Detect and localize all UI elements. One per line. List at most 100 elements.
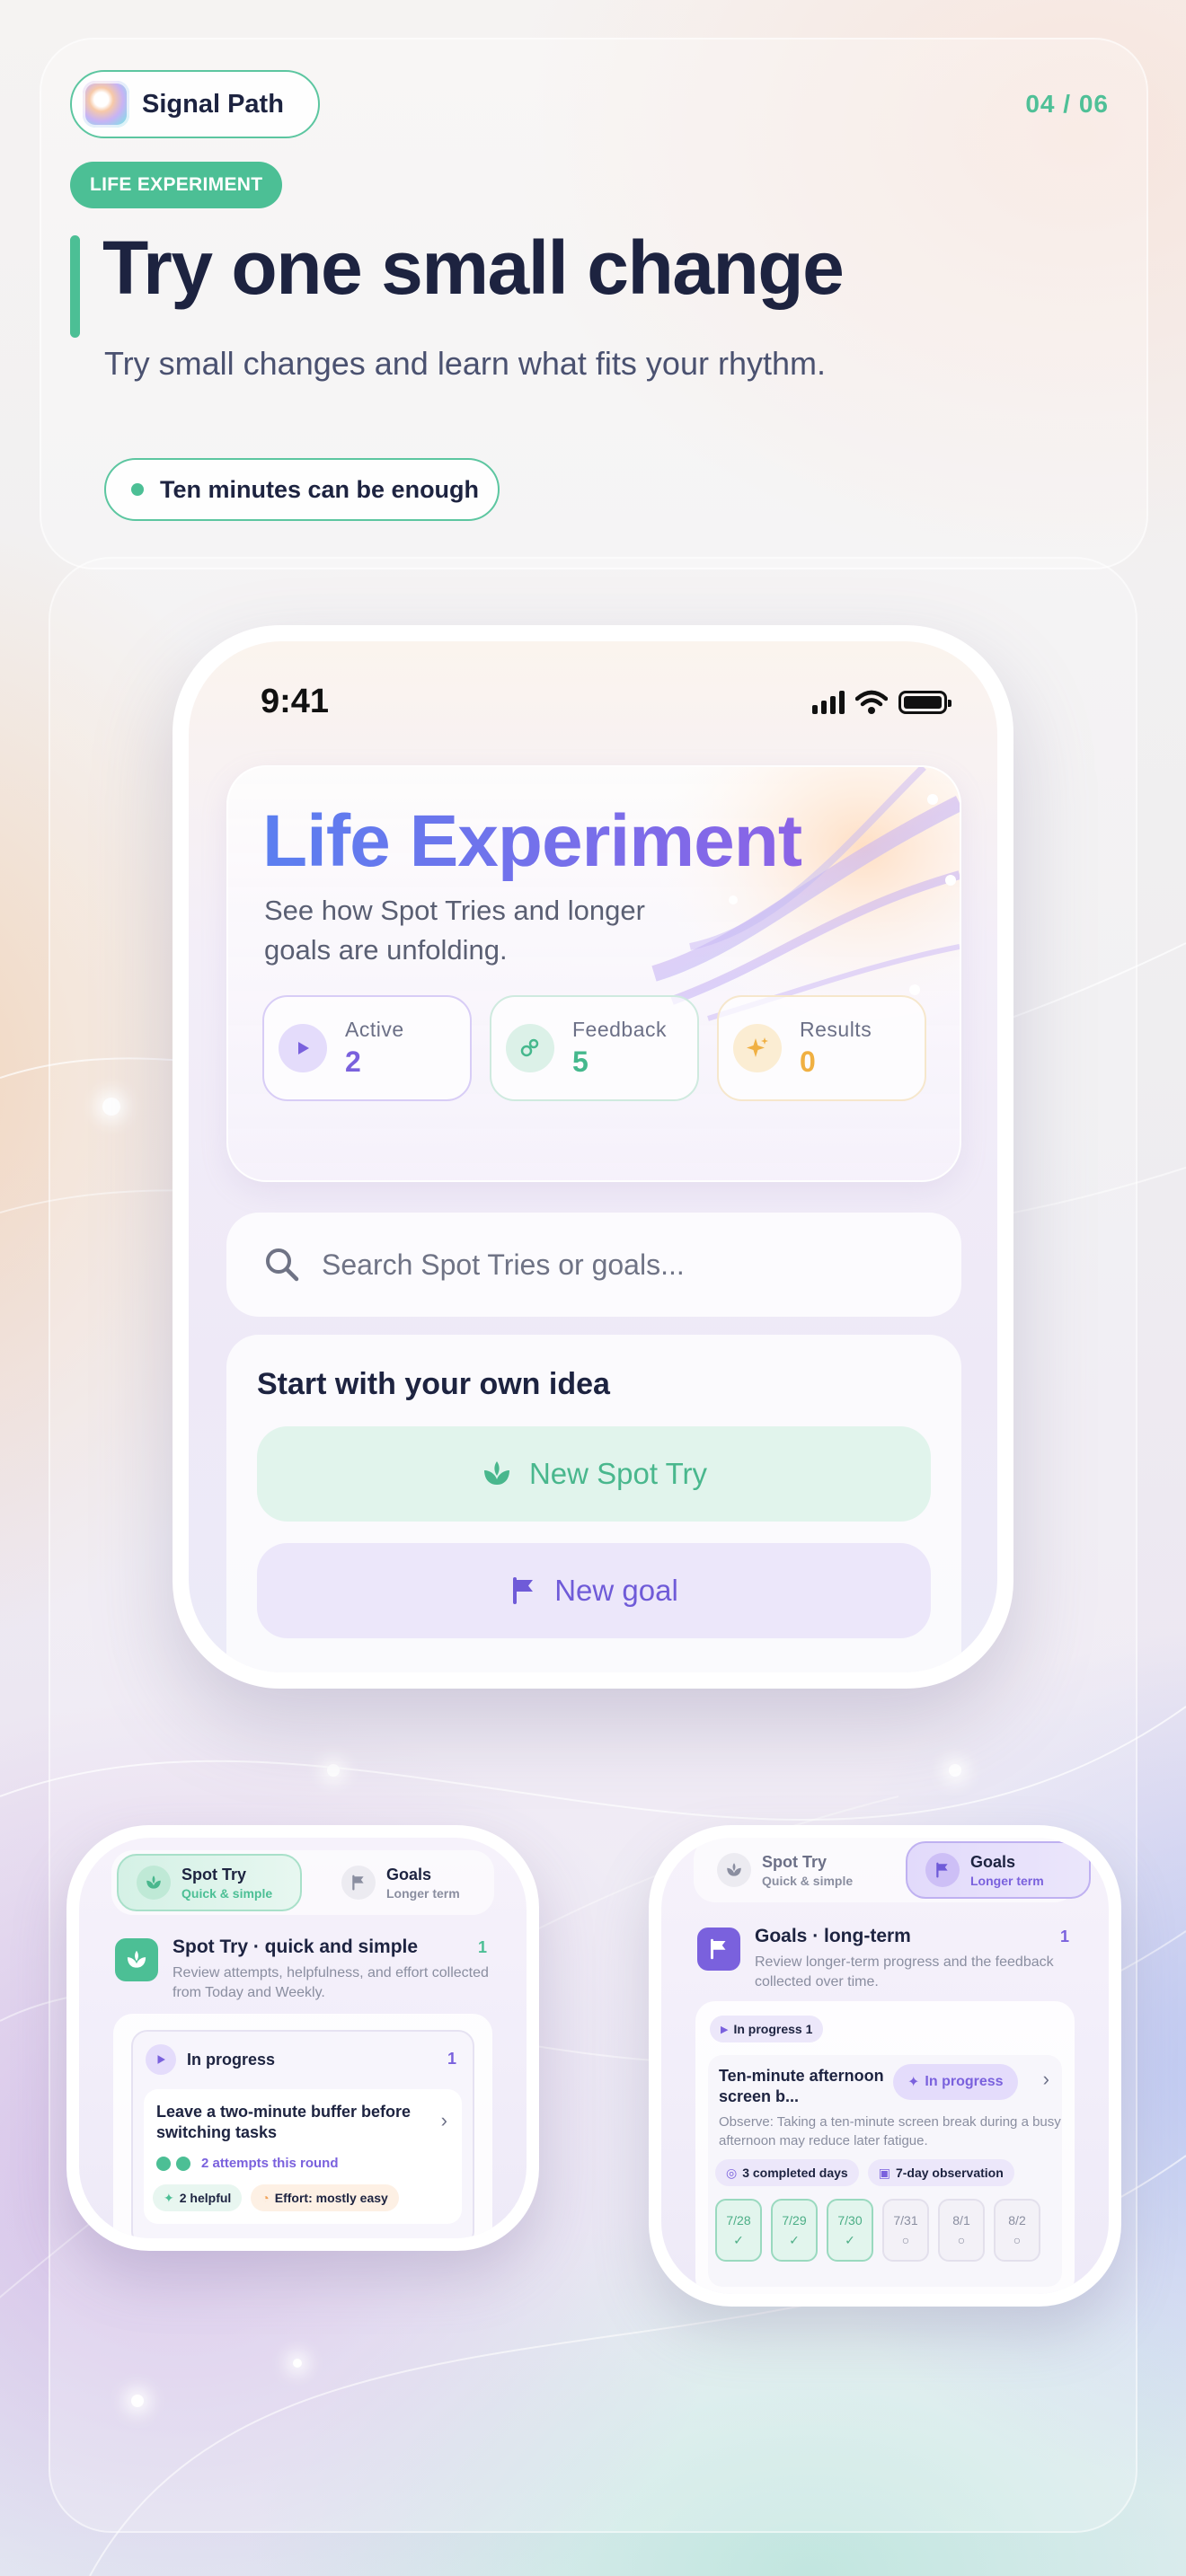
tab-subtitle: Quick & simple (762, 1873, 854, 1888)
hero-card: Life Experiment See how Spot Tries and l… (226, 765, 961, 1182)
in-progress-panel: In progress 1 Leave a two-minute buffer … (113, 2014, 492, 2238)
empty-circle-icon: ○ (1013, 2233, 1022, 2247)
spot-try-phone-mockup: Spot Try Quick & simple Goals Longer ter… (66, 1825, 539, 2251)
item-title: Leave a two-minute buffer before switchi… (156, 2103, 412, 2141)
tab-title: Spot Try (762, 1852, 828, 1871)
hero-title: Life Experiment (262, 800, 802, 882)
observe-text: Observe: Taking a ten-minute screen brea… (719, 2114, 1061, 2148)
effort-chip: ◔ Effort: mostly easy (251, 2184, 399, 2211)
spot-try-screen: Spot Try Quick & simple Goals Longer ter… (79, 1838, 527, 2238)
segmented-control: Spot Try Quick & simple Goals Longer ter… (694, 1838, 1091, 1902)
group-label: In progress (187, 2050, 276, 2069)
chevron-right-icon: › (1042, 2068, 1049, 2090)
section-count: 1 (477, 1938, 487, 1956)
flag-icon (697, 1928, 740, 1971)
stat-value: 5 (572, 1045, 589, 1078)
hero-subtitle: See how Spot Tries and longer goals are … (264, 895, 645, 966)
create-title: Start with your own idea (257, 1367, 610, 1401)
sprout-icon (115, 1938, 158, 1981)
goal-item[interactable]: Ten-minute afternoon screen b... ✦ In pr… (708, 2055, 1062, 2287)
stat-card-feedback[interactable]: Feedback 5 (490, 995, 699, 1101)
day-cell[interactable]: 7/31 ○ (882, 2199, 929, 2262)
flag-icon (925, 1853, 960, 1887)
tab-spot-try[interactable]: Spot Try Quick & simple (117, 1854, 302, 1911)
group-count: 1 (447, 2050, 456, 2068)
attempt-dot-icon (176, 2156, 190, 2171)
effort-icon: ◔ (261, 2191, 270, 2205)
goals-panel: ▶ In progress 1 Ten-minute afternoon scr… (695, 2001, 1075, 2294)
chip-text: Effort: mostly easy (274, 2191, 388, 2205)
new-spot-try-button[interactable]: New Spot Try (257, 1426, 931, 1522)
brand-logo-icon (83, 81, 129, 128)
status-text: In progress (925, 2074, 1004, 2089)
day-date: 7/28 (726, 2212, 751, 2228)
day-cell[interactable]: 8/1 ○ (938, 2199, 985, 2262)
sprout-icon (483, 1461, 509, 1485)
stat-label: Active (345, 1018, 404, 1041)
empty-circle-icon: ○ (901, 2233, 910, 2247)
tab-goals[interactable]: Goals Longer term (323, 1854, 509, 1911)
sprout-icon (717, 1853, 751, 1887)
category-tag: LIFE EXPERIMENT (70, 162, 283, 208)
day-date: 8/1 (952, 2213, 970, 2228)
stat-label: Results (800, 1018, 872, 1041)
brand-badge[interactable]: Signal Path (70, 70, 320, 138)
play-icon (146, 2044, 176, 2075)
chip-text: 3 completed days (742, 2166, 848, 2180)
day-cell[interactable]: 7/29 ✓ (771, 2199, 818, 2262)
stat-label: Feedback (572, 1018, 668, 1041)
section-description: Review longer-term progress and the feed… (755, 1954, 1054, 1989)
dot-icon (131, 483, 144, 496)
search-input[interactable]: Search Spot Tries or goals... (322, 1248, 685, 1282)
observation-window-chip: ▣ 7-day observation (867, 2159, 1014, 2186)
tab-subtitle: Longer term (386, 1885, 460, 1901)
new-goal-button[interactable]: New goal (257, 1543, 931, 1638)
attempts-text: 2 attempts this round (201, 2156, 339, 2171)
check-icon: ✓ (733, 2232, 744, 2247)
day-cell[interactable]: 7/28 ✓ (715, 2199, 762, 2262)
status-badge: ✦ In progress (893, 2064, 1018, 2100)
status-time: 9:41 (261, 683, 330, 720)
day-date: 7/29 (782, 2212, 807, 2228)
goals-screen: Spot Try Quick & simple Goals Longer ter… (661, 1838, 1109, 2294)
stat-value: 2 (345, 1045, 361, 1078)
tab-spot-try[interactable]: Spot Try Quick & simple (699, 1841, 884, 1899)
create-card: Start with your own idea New Spot Try Ne… (226, 1335, 961, 1672)
stat-card-results[interactable]: Results 0 (717, 995, 926, 1101)
sparkle-icon: ✦ (164, 2190, 174, 2205)
new-goal-label: New goal (554, 1574, 678, 1607)
accent-bar (70, 235, 80, 338)
sparkle-icon (733, 1024, 782, 1072)
day-date: 8/2 (1008, 2213, 1026, 2228)
day-date: 7/30 (837, 2212, 863, 2228)
segmented-control: Spot Try Quick & simple Goals Longer ter… (111, 1850, 494, 1915)
play-icon (279, 1024, 327, 1072)
battery-icon (898, 691, 951, 714)
section-title: Goals · long-term (755, 1926, 911, 1946)
sparkle-icon: ✦ (907, 2075, 920, 2090)
chip-text: 7-day observation (895, 2166, 1004, 2180)
chevron-right-icon: › (440, 2109, 447, 2131)
section-description: Review attempts, helpfulness, and effort… (173, 1965, 489, 2000)
day-cell[interactable]: 7/30 ✓ (827, 2199, 873, 2262)
tab-goals[interactable]: Goals Longer term (906, 1841, 1091, 1899)
section-header: Goals · long-term 1 Review longer-term p… (697, 1924, 1076, 1989)
flag-icon (513, 1577, 534, 1604)
completed-days-chip: ◎ 3 completed days (715, 2159, 859, 2186)
highlight-pill: Ten minutes can be enough (104, 458, 500, 521)
in-progress-group: In progress 1 Leave a two-minute buffer … (131, 2030, 474, 2238)
spot-try-item[interactable]: Leave a two-minute buffer before switchi… (144, 2089, 462, 2224)
search-icon (266, 1248, 299, 1282)
calendar-icon: ▣ (878, 2165, 890, 2180)
in-progress-filter-chip[interactable]: ▶ In progress 1 (710, 2016, 824, 2042)
stat-value: 0 (800, 1045, 816, 1078)
search-bar[interactable]: Search Spot Tries or goals... (226, 1213, 961, 1317)
phone-screen: 9:41 Life Experiment See how Spot Tries … (189, 641, 997, 1672)
day-cell[interactable]: 8/2 ○ (994, 2199, 1040, 2262)
check-icon: ✓ (845, 2232, 855, 2247)
status-bar: 9:41 (189, 683, 997, 726)
bubbles-icon (506, 1024, 554, 1072)
section-title: Spot Try · quick and simple (173, 1936, 419, 1957)
stat-card-active[interactable]: Active 2 (262, 995, 472, 1101)
page-indicator: 04 / 06 (1025, 90, 1109, 118)
